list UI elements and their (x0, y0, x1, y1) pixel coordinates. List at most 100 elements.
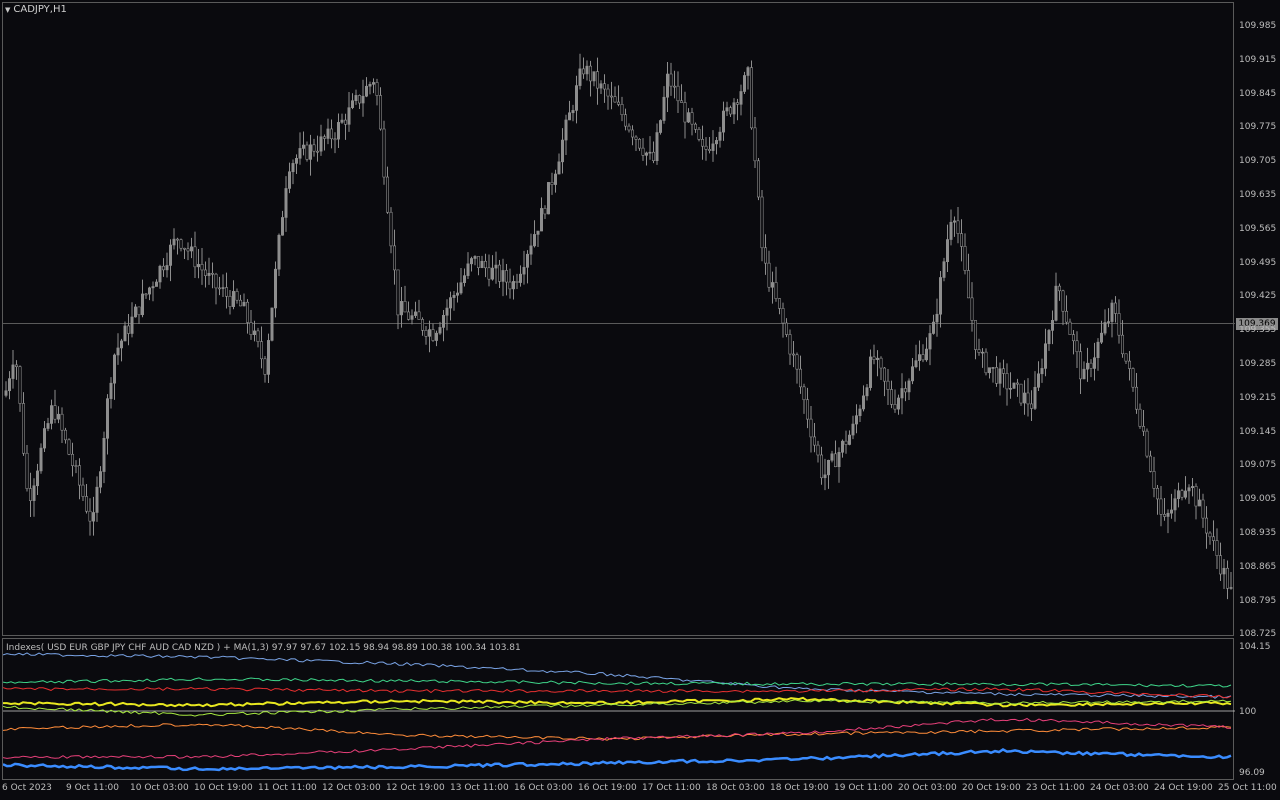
candle (246, 299, 250, 334)
candle (1065, 295, 1069, 325)
candle (602, 74, 606, 103)
candle (984, 348, 988, 376)
candle (788, 329, 792, 365)
candle (847, 430, 851, 446)
price-axis-label: 109.145 (1239, 426, 1277, 437)
candle (1198, 488, 1202, 507)
candle (1061, 289, 1065, 326)
currency-index-indicator[interactable] (3, 639, 1235, 781)
candle (277, 233, 281, 277)
candle (735, 98, 739, 121)
candle (868, 349, 872, 391)
candle (476, 256, 480, 276)
candle (1138, 403, 1142, 429)
candle (85, 483, 89, 514)
candle (844, 430, 848, 454)
dropdown-triangle-icon[interactable]: ▼ (5, 6, 10, 14)
candle (1142, 409, 1146, 436)
time-axis-label: 25 Oct 11:00 (1218, 783, 1277, 793)
price-axis-label: 109.775 (1239, 122, 1277, 133)
candle (1089, 359, 1093, 378)
candle (284, 176, 288, 232)
candle (78, 458, 82, 500)
candle (39, 443, 43, 474)
candle (536, 230, 540, 248)
candle (1005, 363, 1009, 406)
candle (343, 113, 347, 140)
candle (791, 341, 795, 368)
candle (532, 220, 536, 248)
time-axis-label: 20 Oct 03:00 (898, 783, 957, 793)
candle (980, 348, 984, 368)
candle (42, 420, 46, 453)
candle (889, 380, 893, 409)
chart-window[interactable]: ▼ CADJPY,H1 109.369 Indexes( USD EUR GBP… (0, 0, 1280, 800)
candle (1121, 320, 1125, 358)
candle (830, 450, 834, 463)
candle (588, 60, 592, 97)
candle (861, 385, 865, 412)
candle (417, 299, 421, 320)
candle (280, 210, 284, 236)
candle (1187, 484, 1191, 504)
candle (942, 257, 946, 282)
candle (385, 166, 389, 214)
candle (1191, 477, 1195, 497)
candle (774, 266, 778, 302)
candle (4, 381, 8, 398)
candle (606, 84, 610, 110)
candle (473, 255, 477, 266)
candle (1093, 342, 1097, 381)
candle (623, 108, 627, 131)
candle (515, 273, 519, 289)
candle (305, 141, 309, 162)
candle (494, 251, 498, 284)
candle (141, 279, 145, 318)
candle (893, 389, 897, 413)
candle (973, 320, 977, 360)
candle (322, 134, 326, 151)
indicator-axis-label: 104.15 (1239, 642, 1271, 652)
candle (315, 135, 319, 162)
price-chart-pane[interactable] (2, 2, 1235, 637)
candle (795, 352, 799, 384)
candle (641, 138, 645, 161)
candle (833, 440, 837, 468)
candle (364, 77, 368, 98)
candle (207, 257, 211, 285)
price-axis-label: 109.495 (1239, 257, 1277, 268)
candle (1086, 347, 1090, 382)
candle (15, 360, 19, 380)
price-axis-label: 109.985 (1239, 21, 1277, 31)
candle (301, 131, 305, 156)
candle (886, 368, 890, 405)
candle (949, 209, 953, 246)
candle (585, 60, 589, 81)
candle (938, 271, 942, 328)
candle (851, 415, 855, 440)
candle (1068, 318, 1072, 335)
candlestick-chart[interactable] (3, 3, 1235, 637)
candle (924, 337, 928, 362)
candle (882, 367, 886, 397)
candle (865, 384, 869, 401)
candle (539, 197, 543, 232)
candle (669, 62, 673, 96)
candle (466, 252, 470, 280)
indicator-pane[interactable] (2, 638, 1235, 781)
candle (963, 233, 967, 275)
candle (1208, 531, 1212, 545)
candle (399, 286, 403, 328)
time-axis-label: 24 Oct 03:00 (1090, 783, 1149, 793)
candle (543, 205, 547, 219)
candle (326, 118, 330, 145)
candle (158, 264, 162, 289)
candle (102, 431, 106, 484)
candle (459, 268, 463, 295)
candle (211, 262, 215, 289)
candle (259, 326, 263, 369)
candle (298, 132, 302, 165)
candle (1128, 351, 1132, 381)
candle (214, 272, 218, 305)
candle (952, 216, 956, 237)
